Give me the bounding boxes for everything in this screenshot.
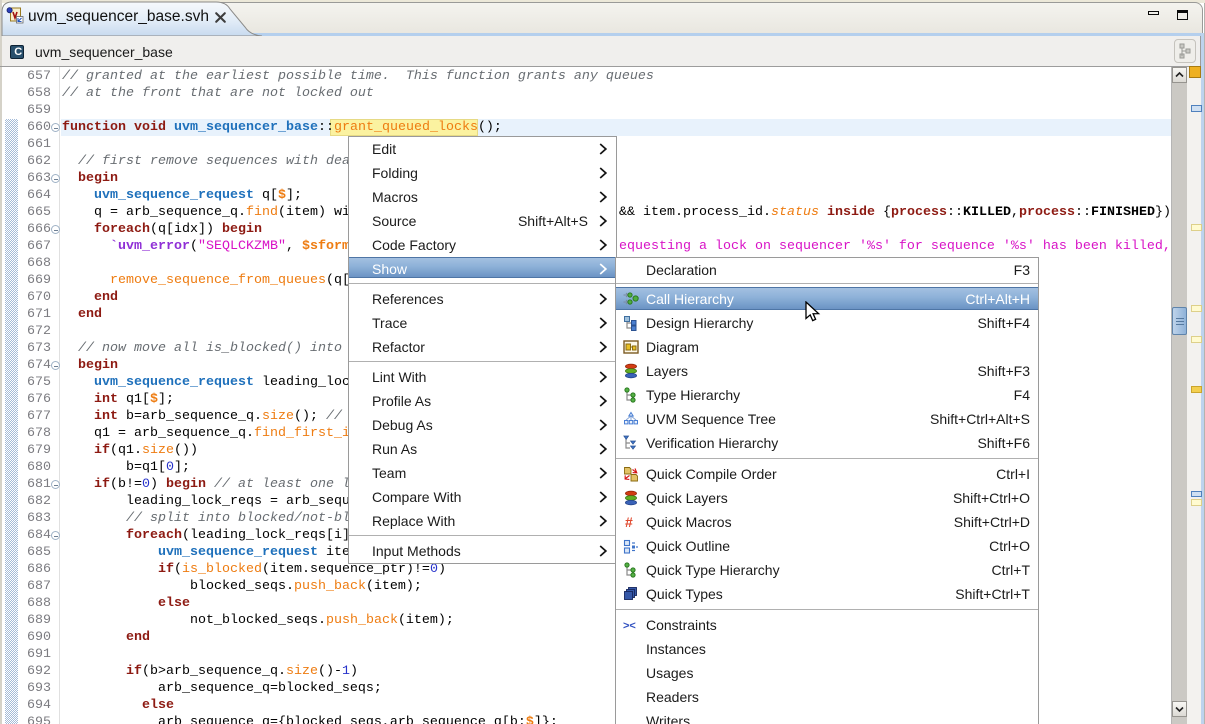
svg-text:><: >< [623,620,636,632]
svg-text:#: # [625,514,633,530]
